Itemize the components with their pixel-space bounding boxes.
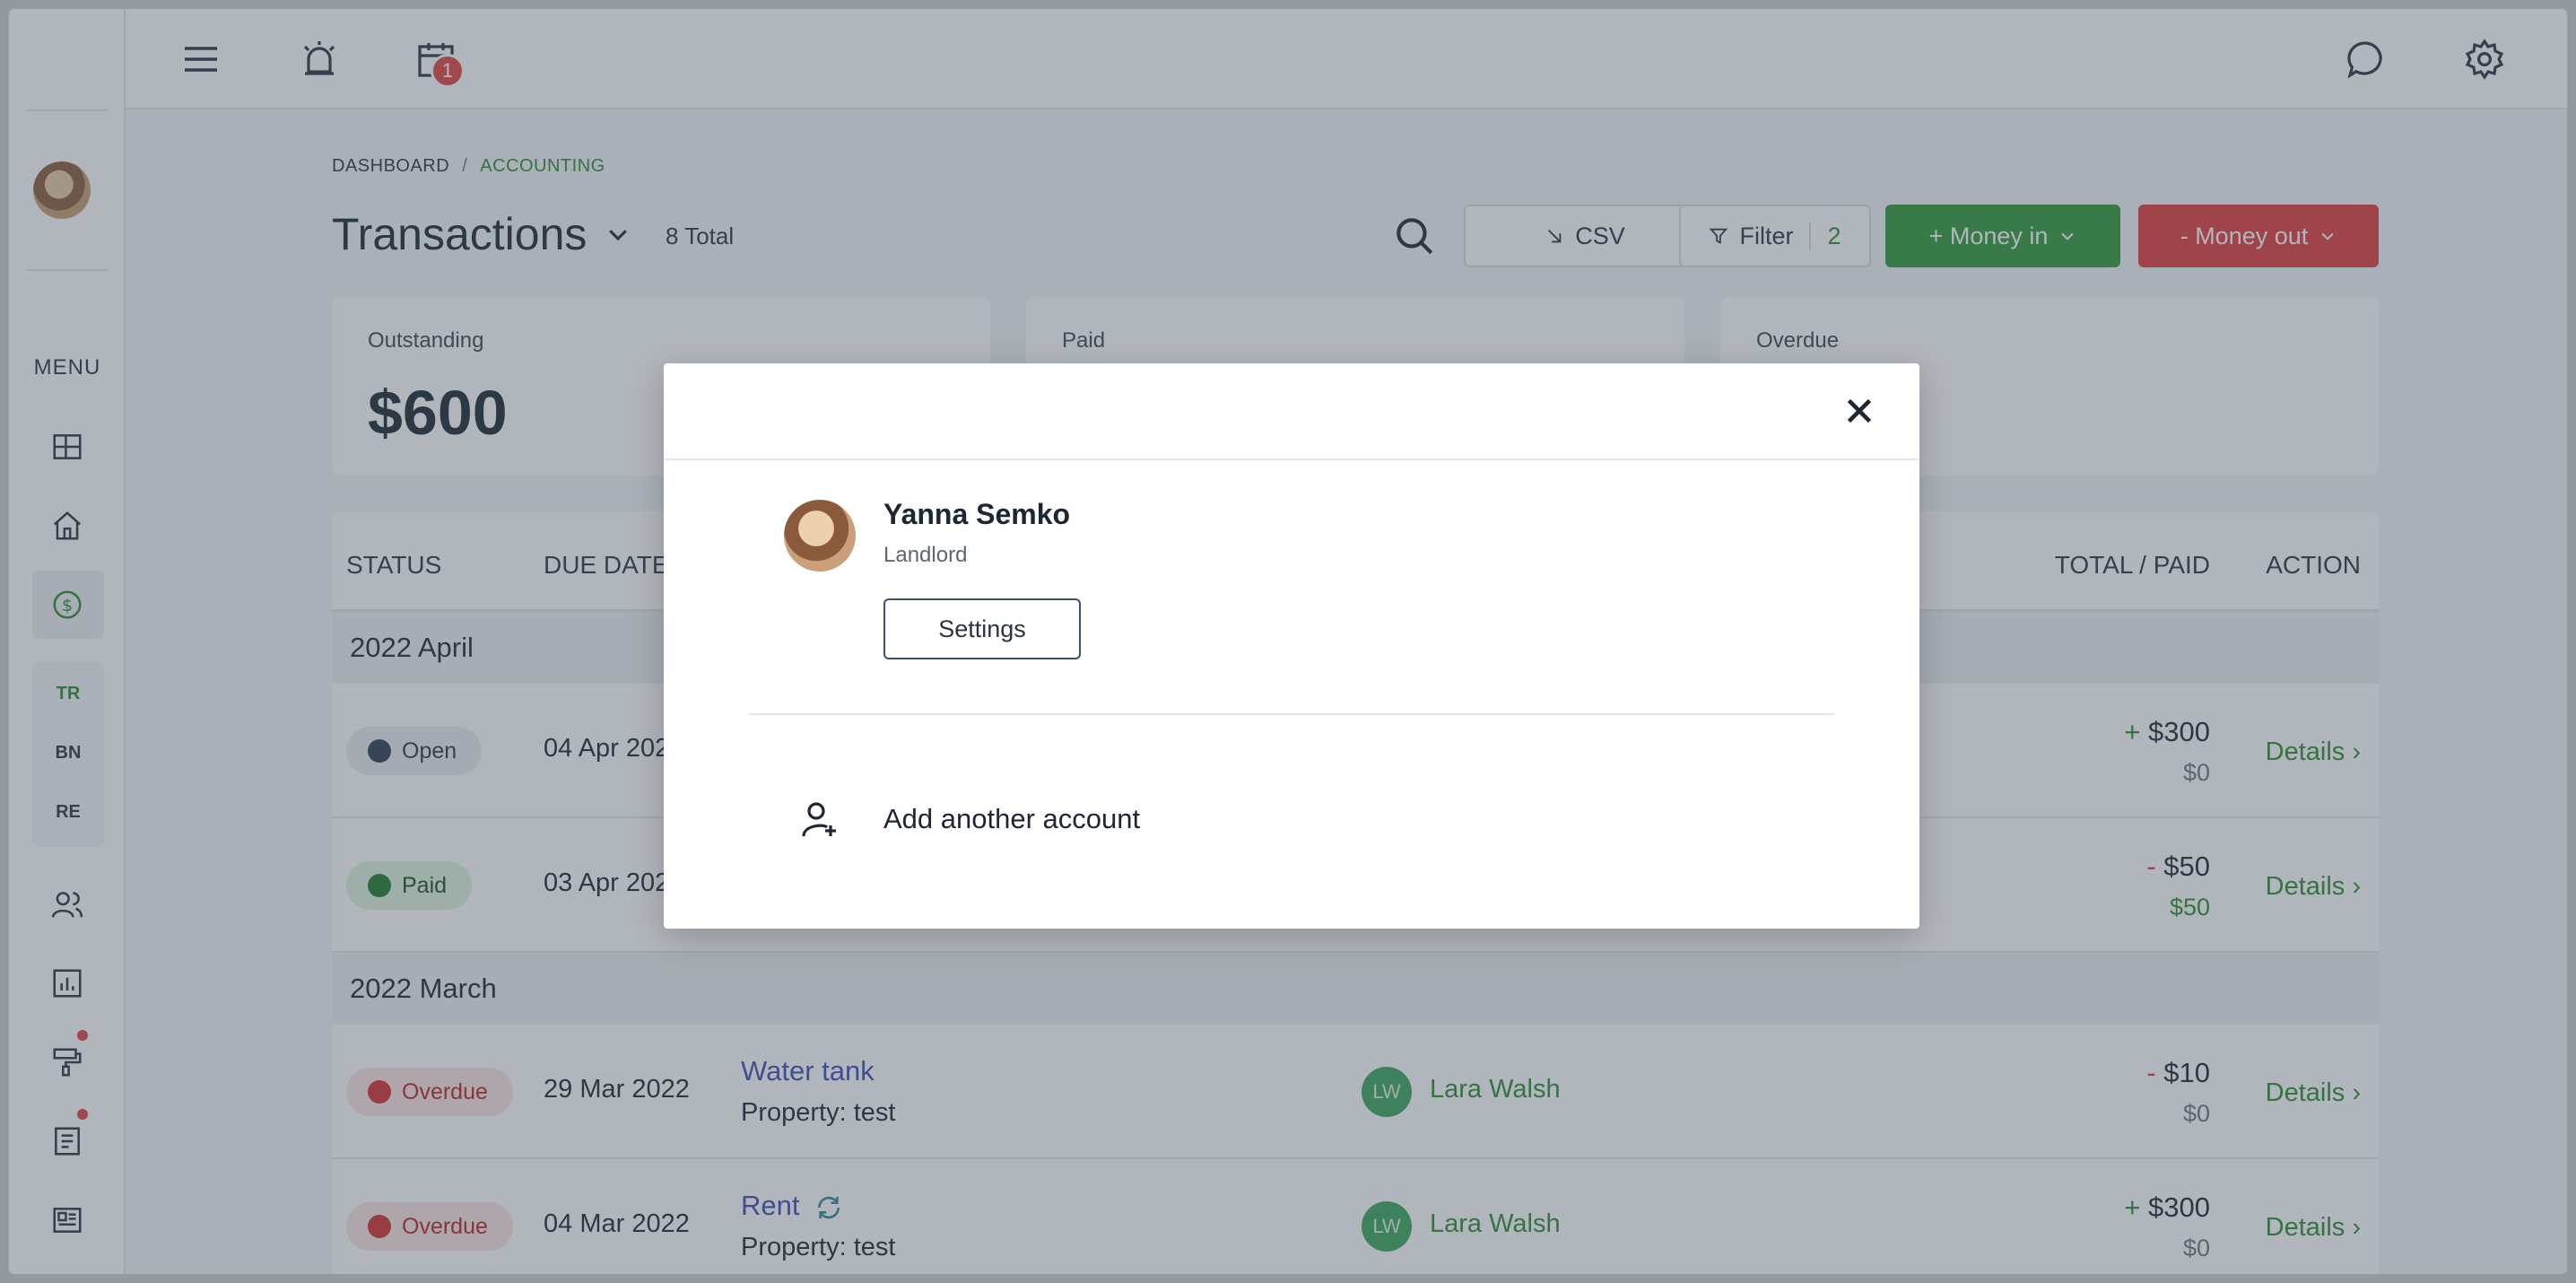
user-name: Yanna Semko (883, 498, 1071, 530)
add-account-link[interactable]: Add another account (883, 803, 1140, 835)
modal-header (664, 363, 1919, 460)
add-user-icon[interactable] (798, 799, 841, 842)
modal-divider (749, 713, 1834, 715)
user-role: Landlord (883, 543, 968, 567)
user-avatar (784, 500, 856, 572)
account-switcher-modal: Yanna Semko Landlord Settings Add anothe… (664, 363, 1919, 929)
close-icon[interactable] (1839, 390, 1880, 432)
account-settings-button[interactable]: Settings (883, 598, 1081, 659)
